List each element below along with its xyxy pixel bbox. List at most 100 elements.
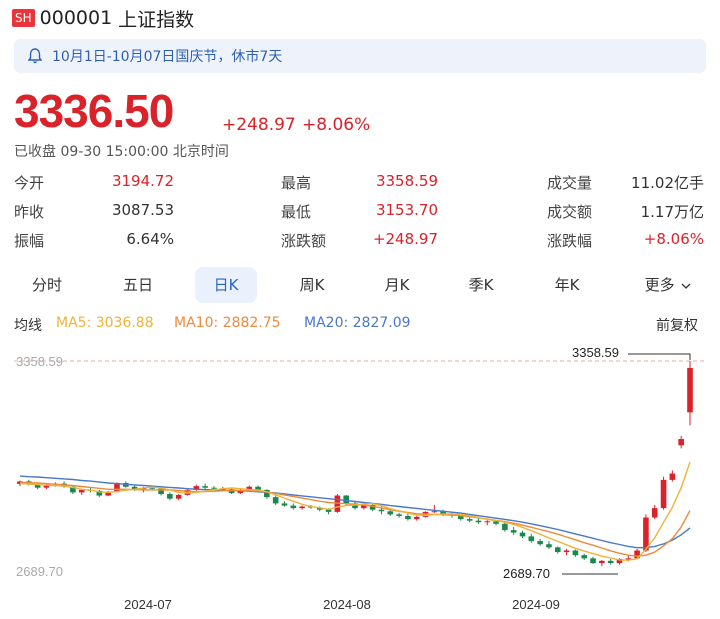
- ma5-value: MA5: 3036.88: [56, 315, 154, 331]
- stock-header: SH 000001 上证指数: [12, 6, 195, 31]
- ma10-line: [19, 481, 691, 557]
- candle-body: [678, 439, 684, 446]
- ma10-value: MA10: 2882.75: [174, 315, 281, 331]
- bell-icon: [28, 48, 42, 64]
- candle-body: [581, 555, 588, 559]
- adjust-toggle[interactable]: 前复权: [656, 315, 698, 335]
- notice-text: 10月1日-10月07日国庆节，休市7天: [52, 49, 283, 65]
- candle-body: [510, 530, 517, 533]
- tab-more[interactable]: 更多: [629, 267, 707, 303]
- tab-monthly-k[interactable]: 月K: [366, 267, 428, 303]
- tab-more-label: 更多: [644, 276, 675, 294]
- ma-indicator-row: 均线 MA5: 3036.88 MA10: 2882.75 MA20: 2827…: [14, 315, 708, 335]
- candle-body: [211, 487, 217, 489]
- candle-body: [396, 514, 402, 516]
- tab-daily-k[interactable]: 日K: [195, 267, 257, 303]
- candle-body: [528, 536, 535, 542]
- stat-label: 涨跌幅: [547, 232, 593, 250]
- tab-intraday[interactable]: 分时: [16, 267, 78, 303]
- ma20-value: MA20: 2827.09: [304, 315, 411, 331]
- ma-label: 均线: [14, 318, 42, 334]
- stat-label: 今开: [14, 174, 45, 192]
- candle-body: [687, 367, 693, 413]
- candle-body: [484, 521, 491, 523]
- candle-body: [563, 550, 570, 553]
- candle-body: [413, 516, 420, 520]
- tab-weekly-k[interactable]: 周K: [281, 267, 343, 303]
- candle-body: [651, 508, 658, 518]
- stat-label: 最高: [281, 174, 312, 192]
- stat-value: 3153.70: [375, 201, 438, 219]
- candle-body: [519, 532, 526, 537]
- candle-body: [431, 511, 438, 513]
- candle-body: [546, 544, 552, 548]
- x-tick-label: 2024-07: [124, 597, 172, 612]
- stat-row: 昨收 3087.53 最低 3153.70 成交额 1.17万亿: [14, 201, 708, 230]
- quote-stats: 今开 3194.72 最高 3358.59 成交量 11.02亿手 昨收 308…: [14, 172, 708, 259]
- candle-body: [599, 560, 605, 564]
- stat-label: 昨收: [14, 203, 45, 221]
- stat-value: 3358.59: [375, 172, 438, 190]
- ma5-line: [19, 461, 691, 561]
- candle-body: [202, 486, 208, 488]
- high-annotation-leader: [628, 353, 691, 360]
- stat-value: +248.97: [372, 230, 438, 248]
- candle-body: [554, 547, 561, 553]
- candle-body: [387, 511, 394, 515]
- candle-body: [475, 520, 482, 523]
- y-label-top: 3358.59: [16, 354, 63, 369]
- tab-yearly-k[interactable]: 年K: [536, 267, 598, 303]
- candle-body: [502, 523, 508, 531]
- y-label-bottom: 2689.70: [16, 564, 63, 579]
- stat-value: +8.06%: [643, 230, 704, 248]
- candle-body: [290, 505, 297, 509]
- candles-layer: [17, 361, 693, 567]
- stat-row: 振幅 6.64% 涨跌额 +248.97 涨跌幅 +8.06%: [14, 230, 708, 259]
- candle-body: [466, 519, 473, 521]
- candle-body: [405, 515, 411, 520]
- stat-value: 11.02亿手: [631, 174, 704, 192]
- daily-k-chart[interactable]: 3358.59 2689.70 3358.59 2689.70 2024-07 …: [0, 340, 720, 619]
- stock-code: 000001: [39, 7, 113, 29]
- stat-label: 成交额: [547, 203, 593, 221]
- stat-label: 振幅: [14, 232, 45, 250]
- stat-row: 今开 3194.72 最高 3358.59 成交量 11.02亿手: [14, 172, 708, 201]
- candle-body: [343, 495, 349, 504]
- stat-label: 涨跌额: [281, 232, 327, 250]
- period-tabs: 分时 五日 日K 周K 月K 季K 年K 更多: [14, 267, 708, 303]
- candle-body: [572, 550, 579, 556]
- stat-label: 最低: [281, 203, 312, 221]
- holiday-notice[interactable]: 10月1日-10月07日国庆节，休市7天: [14, 39, 706, 73]
- x-tick-label: 2024-08: [323, 597, 371, 612]
- candle-body: [669, 473, 676, 480]
- candle-body: [272, 497, 279, 504]
- candle-body: [537, 541, 543, 545]
- candle-body: [590, 558, 596, 564]
- x-tick-label: 2024-09: [512, 597, 560, 612]
- stat-value: 1.17万亿: [640, 203, 704, 221]
- stat-value: 6.64%: [126, 230, 174, 248]
- tab-quarterly-k[interactable]: 季K: [450, 267, 512, 303]
- stat-value: 3087.53: [111, 201, 174, 219]
- high-annotation: 3358.59: [572, 345, 619, 360]
- current-price: 3336.50: [14, 85, 174, 137]
- stat-value: 3194.72: [111, 172, 174, 190]
- candle-body: [378, 509, 385, 512]
- candle-body: [607, 560, 614, 564]
- price-change-pct: +8.06%: [302, 115, 371, 135]
- market-status: 已收盘 09-30 15:00:00 北京时间: [14, 144, 229, 160]
- candle-body: [281, 503, 288, 506]
- stat-label: 成交量: [547, 174, 593, 192]
- candle-body: [167, 493, 173, 499]
- candle-body: [660, 479, 667, 509]
- ma20-line: [19, 475, 691, 549]
- stock-name: 上证指数: [118, 8, 195, 31]
- exchange-badge: SH: [12, 9, 35, 27]
- chevron-down-icon: [681, 283, 691, 289]
- candle-body: [175, 494, 182, 499]
- low-annotation: 2689.70: [503, 566, 550, 581]
- candle-body: [299, 506, 305, 509]
- price-change-abs: +248.97: [222, 115, 296, 135]
- candle-body: [78, 489, 85, 493]
- tab-five-day[interactable]: 五日: [107, 267, 169, 303]
